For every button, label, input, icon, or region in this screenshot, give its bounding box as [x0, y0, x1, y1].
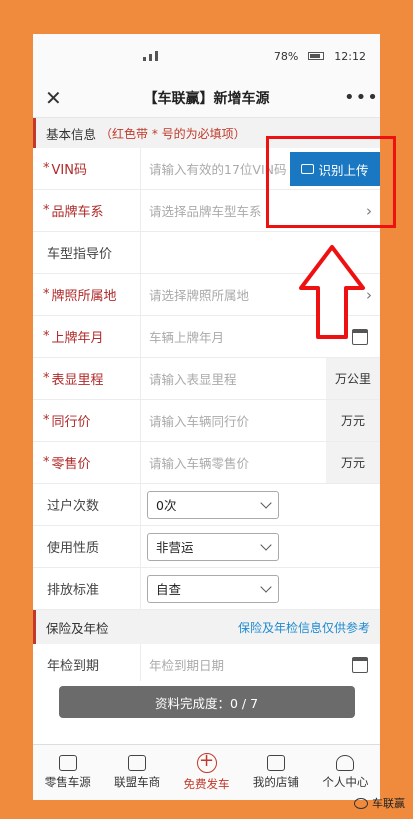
emission-label: 排放标准 [33, 568, 141, 609]
wechat-icon [354, 797, 368, 809]
mileage-row: * 表显里程 请输入表显里程 万公里 [33, 358, 380, 400]
more-icon[interactable]: ••• [344, 87, 378, 108]
progress-bar-area: 资料完成度：0 / 7 [33, 681, 380, 723]
retail-price-row: * 零售价 请输入车辆零售价 万元 [33, 442, 380, 484]
peer-price-input[interactable]: 请输入车辆同行价 [141, 411, 326, 430]
chevron-down-icon [260, 538, 272, 551]
plate-location-label: * 牌照所属地 [33, 274, 141, 315]
retail-price-label: * 零售价 [33, 442, 141, 483]
title-bar: ✕ 【车联赢】新增车源 ••• [33, 78, 380, 118]
watermark-text: 车联赢 [372, 797, 405, 810]
required-note: （红色带 * 号的为必填项） [100, 126, 246, 141]
emission-row: 排放标准 自查 [33, 568, 380, 610]
annotation-arrow-icon [299, 245, 365, 339]
signal-icon [143, 51, 158, 61]
plus-circle-icon [196, 750, 217, 773]
emission-value: 自查 [156, 582, 182, 597]
calendar-icon[interactable] [340, 656, 380, 673]
peer-price-row: * 同行价 请输入车辆同行价 万元 [33, 400, 380, 442]
transfers-row: 过户次数 0次 [33, 484, 380, 526]
insurance-info-link[interactable]: 保险及年检信息仅供参考 [238, 619, 370, 636]
tab-label: 联盟车商 [114, 775, 161, 789]
tab-label: 免费发车 [183, 777, 230, 791]
battery-percent: 78% [273, 49, 299, 63]
page-title: 【车联赢】新增车源 [143, 90, 270, 107]
store-icon [266, 755, 285, 771]
mileage-label: * 表显里程 [33, 358, 141, 399]
transfers-label: 过户次数 [33, 484, 141, 525]
section-insurance: 保险及年检 保险及年检信息仅供参考 [33, 610, 380, 644]
annotation-highlight-box [266, 136, 396, 228]
usage-row: 使用性质 非营运 [33, 526, 380, 568]
usage-value: 非营运 [156, 540, 194, 555]
vin-label: * VIN码 [33, 148, 141, 189]
peer-price-unit: 万元 [326, 400, 380, 441]
chevron-down-icon [260, 580, 272, 593]
tab-retail-cars[interactable]: 零售车源 [33, 745, 102, 800]
tab-profile[interactable]: 个人中心 [311, 745, 380, 800]
inspection-input[interactable]: 年检到期日期 [141, 655, 340, 674]
transfers-value: 0次 [156, 498, 177, 513]
tab-free-publish[interactable]: 免费发车 [172, 745, 241, 800]
usage-select[interactable]: 非营运 [147, 532, 279, 561]
mileage-unit: 万公里 [326, 358, 380, 399]
usage-label: 使用性质 [33, 526, 141, 567]
clock: 12:12 [334, 49, 366, 63]
retail-price-unit: 万元 [326, 442, 380, 483]
tab-label: 我的店铺 [252, 775, 299, 789]
chevron-down-icon [260, 496, 272, 509]
inspection-row[interactable]: 年检到期 年检到期日期 [33, 644, 380, 686]
people-icon [128, 755, 147, 771]
section-title: 基本信息 [46, 126, 97, 142]
user-icon [336, 755, 355, 771]
tab-my-store[interactable]: 我的店铺 [241, 745, 310, 800]
battery-icon [308, 52, 325, 60]
tab-alliance-dealers[interactable]: 联盟车商 [102, 745, 171, 800]
mileage-input[interactable]: 请输入表显里程 [141, 369, 326, 388]
completion-progress: 资料完成度：0 / 7 [58, 686, 355, 718]
tab-label: 个人中心 [322, 775, 369, 789]
transfers-select[interactable]: 0次 [147, 490, 279, 519]
wechat-watermark: 车联赢 [354, 795, 405, 811]
retail-price-input[interactable]: 请输入车辆零售价 [141, 453, 326, 472]
close-icon[interactable]: ✕ [45, 86, 69, 110]
guide-price-label: 车型指导价 [33, 232, 141, 273]
car-icon [58, 755, 77, 771]
tab-label: 零售车源 [44, 775, 91, 789]
emission-select[interactable]: 自查 [147, 574, 279, 603]
peer-price-label: * 同行价 [33, 400, 141, 441]
inspection-label: 年检到期 [33, 644, 141, 685]
plate-date-label: * 上牌年月 [33, 316, 141, 357]
bottom-tab-bar: 零售车源 联盟车商 免费发车 我的店铺 个人中心 [33, 744, 380, 800]
brand-label: * 品牌车系 [33, 190, 141, 231]
status-bar: 78% 12:12 [33, 34, 380, 78]
section-title: 保险及年检 [46, 620, 109, 636]
